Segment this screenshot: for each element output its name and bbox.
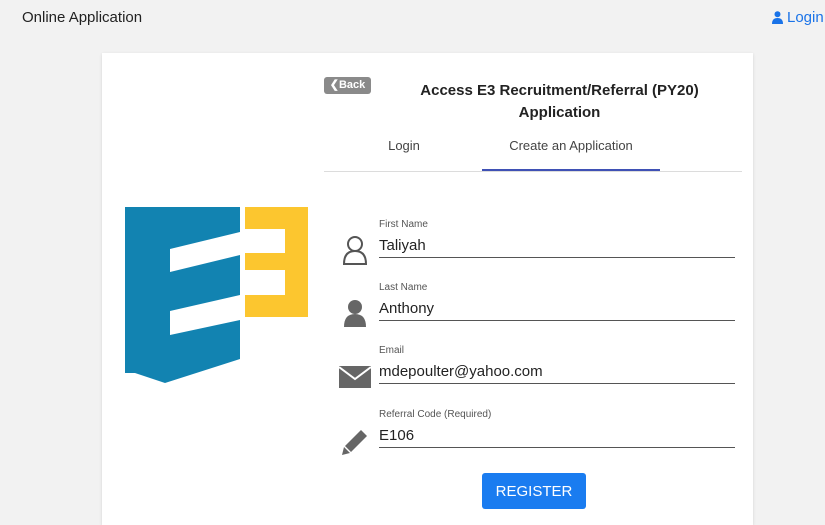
referral-code-field: Referral Code (Required) xyxy=(338,409,735,461)
tab-bar: Login Create an Application xyxy=(324,135,742,172)
tab-create-application[interactable]: Create an Application xyxy=(482,135,660,171)
referral-code-input[interactable] xyxy=(379,423,735,448)
first-name-field: First Name xyxy=(338,219,735,271)
login-link-label: Login xyxy=(787,9,824,26)
envelope-icon xyxy=(338,360,372,394)
last-name-field: Last Name xyxy=(338,282,735,334)
user-outline-icon xyxy=(338,233,372,267)
e3-logo xyxy=(125,207,308,383)
app-title: Online Application xyxy=(22,9,143,26)
email-input[interactable] xyxy=(379,359,735,384)
last-name-input[interactable] xyxy=(379,296,735,321)
last-name-label: Last Name xyxy=(379,282,428,293)
chevron-left-icon: ❮ xyxy=(329,79,339,91)
back-button[interactable]: ❮Back xyxy=(324,77,371,94)
back-button-label: Back xyxy=(338,79,366,91)
referral-code-label: Referral Code (Required) xyxy=(379,409,492,420)
application-card: ❮Back Access E3 Recruitment/Referral (PY… xyxy=(102,53,753,525)
email-label: Email xyxy=(379,345,405,356)
top-bar: Online Application Login xyxy=(0,0,825,38)
pencil-icon xyxy=(338,425,372,459)
user-solid-icon xyxy=(338,296,372,330)
email-field: Email xyxy=(338,345,735,397)
first-name-input[interactable] xyxy=(379,233,735,258)
login-link[interactable]: Login xyxy=(772,9,824,26)
first-name-label: First Name xyxy=(379,219,428,230)
register-button[interactable]: REGISTER xyxy=(482,473,586,509)
user-icon xyxy=(772,11,783,24)
application-title: Access E3 Recruitment/Referral (PY20) Ap… xyxy=(420,82,699,121)
tab-login[interactable]: Login xyxy=(364,135,444,169)
